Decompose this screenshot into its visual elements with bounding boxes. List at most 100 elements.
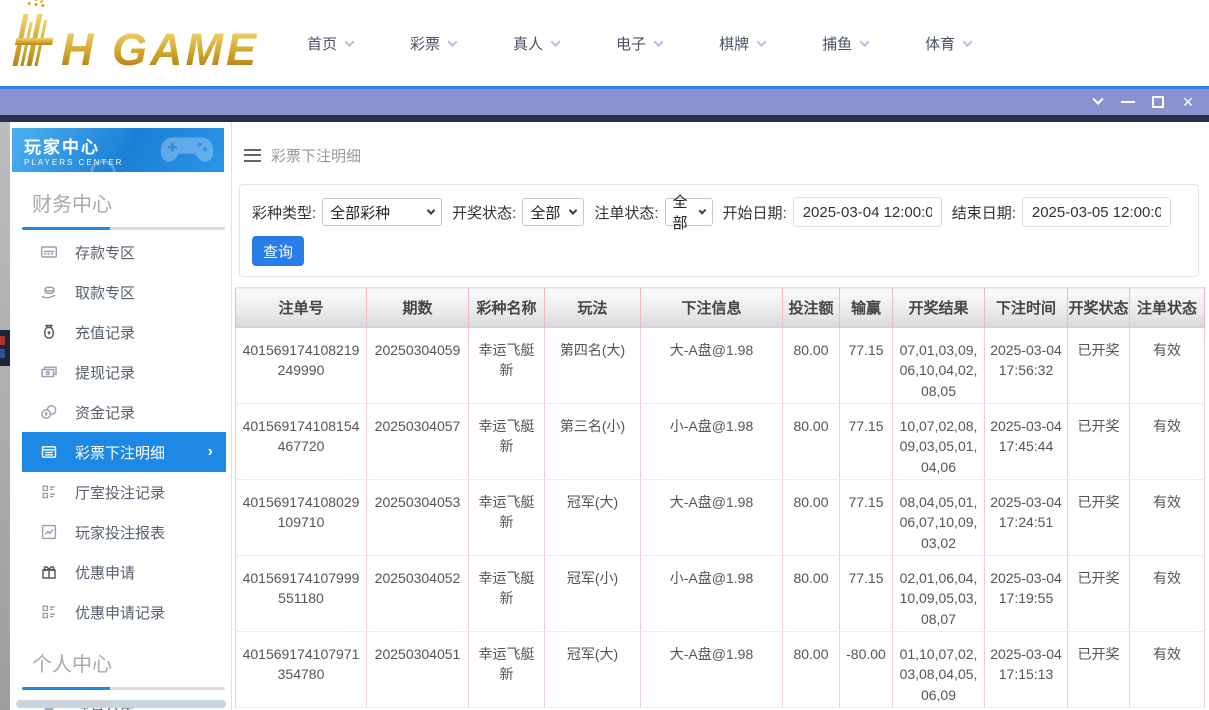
nav-item-home[interactable]: 首页: [307, 33, 353, 54]
cell-period: 20250304053: [367, 480, 469, 556]
table-row[interactable]: 401569174108219249990 20250304059 幸运飞艇新 …: [236, 328, 1205, 404]
cell-play-type: 冠军(小): [545, 556, 641, 632]
table-row[interactable]: 401569174108154467720 20250304057 幸运飞艇新 …: [236, 404, 1205, 480]
cell-period: 20250304051: [367, 632, 469, 708]
cell-lottery-name: 幸运飞艇新: [469, 328, 545, 404]
order-status-select[interactable]: 全部: [665, 198, 713, 226]
chevron-down-icon: [963, 37, 973, 47]
deposit-card-icon: [40, 243, 58, 261]
sidebar-item-hall-bet-records[interactable]: 厅室投注记录: [22, 472, 226, 512]
cell-win-loss: 77.15: [840, 480, 893, 556]
window-minimize-button[interactable]: [1113, 89, 1143, 115]
cell-bet-time: 2025-03-04 17:19:55: [985, 556, 1068, 632]
clipboard-list-icon: [40, 603, 58, 621]
cell-bet-amount: 80.00: [783, 328, 840, 404]
nav-item-lottery[interactable]: 彩票: [410, 33, 456, 54]
player-center-banner: 玩家中心 PLAYERS CENTER: [12, 128, 224, 172]
report-chart-icon: [40, 523, 58, 541]
cell-bet-time: 2025-03-04 17:15:13: [985, 632, 1068, 708]
cell-bet-info: 大-A盘@1.98: [641, 632, 783, 708]
end-date-input[interactable]: [1022, 197, 1171, 227]
chevron-down-icon: [698, 207, 706, 215]
col-period: 期数: [367, 288, 469, 328]
logo[interactable]: H GAME: [18, 14, 265, 72]
sidebar-item-recharge-records[interactable]: 充值记录: [22, 312, 226, 352]
cell-draw-status: 已开奖: [1068, 632, 1130, 708]
sidebar-item-promo-apply[interactable]: 优惠申请: [22, 552, 226, 592]
cell-play-type: 第四名(大): [545, 328, 641, 404]
lottery-type-label: 彩种类型:: [252, 202, 316, 223]
start-date-input[interactable]: [793, 197, 942, 227]
logo-stylized-h-icon: [12, 14, 56, 66]
nav-item-cards[interactable]: 棋牌: [719, 33, 765, 54]
col-order-status: 注单状态: [1130, 288, 1205, 328]
lottery-type-select[interactable]: 全部彩种: [322, 198, 442, 226]
sidebar-item-label: 资金记录: [75, 402, 135, 423]
nav-item-slots[interactable]: 电子: [616, 33, 662, 54]
cell-bet-amount: 80.00: [783, 404, 840, 480]
nav-label: 电子: [616, 33, 646, 54]
withdraw-hand-icon: [40, 283, 58, 301]
nav-label: 真人: [513, 33, 543, 54]
window-collapse-button[interactable]: [1083, 89, 1113, 115]
cell-lottery-name: 幸运飞艇新: [469, 632, 545, 708]
col-draw-result: 开奖结果: [893, 288, 985, 328]
cell-bet-amount: 80.00: [783, 632, 840, 708]
site-header: H GAME 首页 彩票 真人 电子 棋牌 捕鱼 体育: [0, 0, 1209, 86]
sidebar-item-deposit-zone[interactable]: 存款专区: [22, 232, 226, 272]
cell-win-loss: 77.15: [840, 556, 893, 632]
cell-draw-result: 01,10,07,02,03,08,04,05,06,09: [893, 632, 985, 708]
selected-value: 全部: [673, 191, 694, 233]
nav-label: 首页: [307, 33, 337, 54]
table-row[interactable]: 401569174107971354780 20250304051 幸运飞艇新 …: [236, 632, 1205, 708]
nav-item-fishing[interactable]: 捕鱼: [822, 33, 868, 54]
table-row[interactable]: 401569174108029109710 20250304053 幸运飞艇新 …: [236, 480, 1205, 556]
sidebar-item-label: 提现记录: [75, 362, 135, 383]
horizontal-scrollbar[interactable]: [16, 700, 226, 708]
cell-draw-result: 08,04,05,01,06,07,10,09,03,02: [893, 480, 985, 556]
cell-bet-info: 大-A盘@1.98: [641, 480, 783, 556]
sidebar-item-player-bet-report[interactable]: 玩家投注报表: [22, 512, 226, 552]
nav-item-sports[interactable]: 体育: [925, 33, 971, 54]
cell-bet-info: 大-A盘@1.98: [641, 328, 783, 404]
col-play-type: 玩法: [545, 288, 641, 328]
window-close-button[interactable]: ×: [1173, 89, 1203, 115]
cell-order-status: 有效: [1130, 480, 1205, 556]
chevron-down-icon: [569, 206, 577, 214]
search-button[interactable]: 查询: [252, 236, 304, 266]
cell-period: 20250304052: [367, 556, 469, 632]
cell-bet-info: 小-A盘@1.98: [641, 556, 783, 632]
sidebar-item-lottery-bet-details[interactable]: 彩票下注明细 ›: [22, 432, 226, 472]
banknote-icon: [40, 363, 58, 381]
cell-draw-status: 已开奖: [1068, 556, 1130, 632]
sidebar-item-promo-apply-records[interactable]: 优惠申请记录: [22, 592, 226, 632]
gift-icon: [40, 563, 58, 581]
chevron-down-icon: [551, 37, 561, 47]
chevron-down-icon: [1092, 94, 1103, 105]
coins-icon: [40, 403, 58, 421]
cell-order-id: 401569174108219249990: [236, 328, 367, 404]
chevron-down-icon: [757, 37, 767, 47]
bet-table: 注单号 期数 彩种名称 玩法 下注信息 投注额 输赢 开奖结果 下注时间 开奖状…: [235, 287, 1205, 708]
cell-bet-time: 2025-03-04 17:24:51: [985, 480, 1068, 556]
cell-bet-time: 2025-03-04 17:56:32: [985, 328, 1068, 404]
nav-item-live[interactable]: 真人: [513, 33, 559, 54]
sidebar-item-withdraw-records[interactable]: 提现记录: [22, 352, 226, 392]
chevron-down-icon: [654, 37, 664, 47]
cell-order-status: 有效: [1130, 556, 1205, 632]
sidebar-item-label: 彩票下注明细: [75, 442, 165, 463]
col-draw-status: 开奖状态: [1068, 288, 1130, 328]
window-maximize-button[interactable]: [1143, 89, 1173, 115]
selected-value: 全部: [530, 202, 560, 223]
selected-value: 全部彩种: [330, 202, 390, 223]
cell-bet-info: 小-A盘@1.98: [641, 404, 783, 480]
nav-label: 捕鱼: [822, 33, 852, 54]
hamburger-menu-icon[interactable]: [244, 149, 261, 162]
draw-status-select[interactable]: 全部: [522, 198, 584, 226]
cell-lottery-name: 幸运飞艇新: [469, 404, 545, 480]
sidebar-item-funds-records[interactable]: 资金记录: [22, 392, 226, 432]
table-header-row: 注单号 期数 彩种名称 玩法 下注信息 投注额 输赢 开奖结果 下注时间 开奖状…: [236, 288, 1205, 328]
table-row[interactable]: 401569174107999551180 20250304052 幸运飞艇新 …: [236, 556, 1205, 632]
sidebar-item-label: 厅室投注记录: [75, 482, 165, 503]
sidebar-item-withdraw-zone[interactable]: 取款专区: [22, 272, 226, 312]
